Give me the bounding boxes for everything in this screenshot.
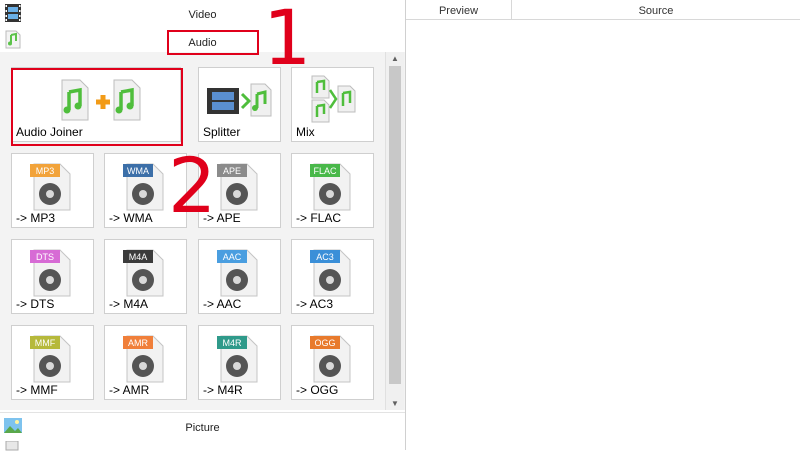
format-dts-label: -> DTS [16,297,55,311]
category-video-label: Video [188,9,217,21]
format-wma-label: -> WMA [109,211,153,225]
scroll-down-arrow-icon[interactable]: ▼ [391,399,399,408]
file-list-panel: Preview Source [406,0,800,450]
amr-file-icon: AMR [123,335,164,383]
format-aac-label: -> AAC [203,297,242,311]
m4a-file-icon: M4A [123,249,164,297]
mp3-badge-text: MP3 [36,166,55,176]
m4r-file-icon: M4R [217,335,258,383]
format-flac-label: -> FLAC [296,211,342,225]
wma-badge-text: WMA [127,166,149,176]
scroll-up-arrow-icon[interactable]: ▲ [391,54,399,63]
tool-mix-label: Mix [296,125,315,139]
format-ac3-label: -> AC3 [296,297,334,311]
format-ac3-tile[interactable]: AC3 -> AC3 [291,239,374,314]
mp3-file-icon: MP3 [30,163,71,211]
format-flac-tile[interactable]: FLAC -> FLAC [291,153,374,228]
category-picture[interactable]: Picture [0,412,405,440]
annotation-step-1: 1 [263,0,312,82]
ac3-file-icon: AC3 [310,249,351,297]
category-next[interactable] [0,439,405,451]
document-icon [5,441,19,451]
format-amr-label: -> AMR [109,383,150,397]
ogg-file-icon: OGG [310,335,351,383]
format-mmf-label: -> MMF [16,383,58,397]
m4a-badge-text: M4A [129,252,148,262]
format-ogg-label: -> OGG [296,383,339,397]
format-m4a-label: -> M4A [109,297,149,311]
ac3-badge-text: AC3 [316,252,334,262]
mmf-file-icon: MMF [30,335,71,383]
flac-file-icon: FLAC [310,163,351,211]
dts-badge-text: DTS [36,252,54,262]
category-picture-label: Picture [185,422,220,434]
annotation-box-audio [167,30,259,55]
annotation-box-audio-joiner [11,68,183,146]
format-m4r-tile[interactable]: M4R -> M4R [198,325,281,400]
format-mp3-label: -> MP3 [16,211,56,225]
format-m4a-tile[interactable]: M4A -> M4A [104,239,187,314]
vertical-scrollbar[interactable]: ▲ ▼ [385,52,404,410]
ape-badge-text: APE [223,166,241,176]
aac-file-icon: AAC [217,249,258,297]
aac-badge-text: AAC [223,252,242,262]
dts-file-icon: DTS [30,249,71,297]
format-mmf-tile[interactable]: MMF -> MMF [11,325,94,400]
ogg-badge-text: OGG [314,338,335,348]
mmf-badge-text: MMF [35,338,56,348]
format-dts-tile[interactable]: DTS -> DTS [11,239,94,314]
tool-splitter-label: Splitter [203,125,241,139]
format-aac-tile[interactable]: AAC -> AAC [198,239,281,314]
scrollbar-thumb[interactable] [389,66,401,384]
m4r-badge-text: M4R [222,338,242,348]
format-amr-tile[interactable]: AMR -> AMR [104,325,187,400]
column-header-source[interactable]: Source [512,0,800,20]
format-ogg-tile[interactable]: OGG -> OGG [291,325,374,400]
category-video[interactable]: Video [0,0,405,28]
format-mp3-tile[interactable]: MP3 -> MP3 [11,153,94,228]
format-m4r-label: -> M4R [203,383,243,397]
flac-badge-text: FLAC [313,166,337,176]
amr-badge-text: AMR [128,338,149,348]
column-header-preview[interactable]: Preview [406,0,512,20]
annotation-step-2: 2 [168,141,217,230]
